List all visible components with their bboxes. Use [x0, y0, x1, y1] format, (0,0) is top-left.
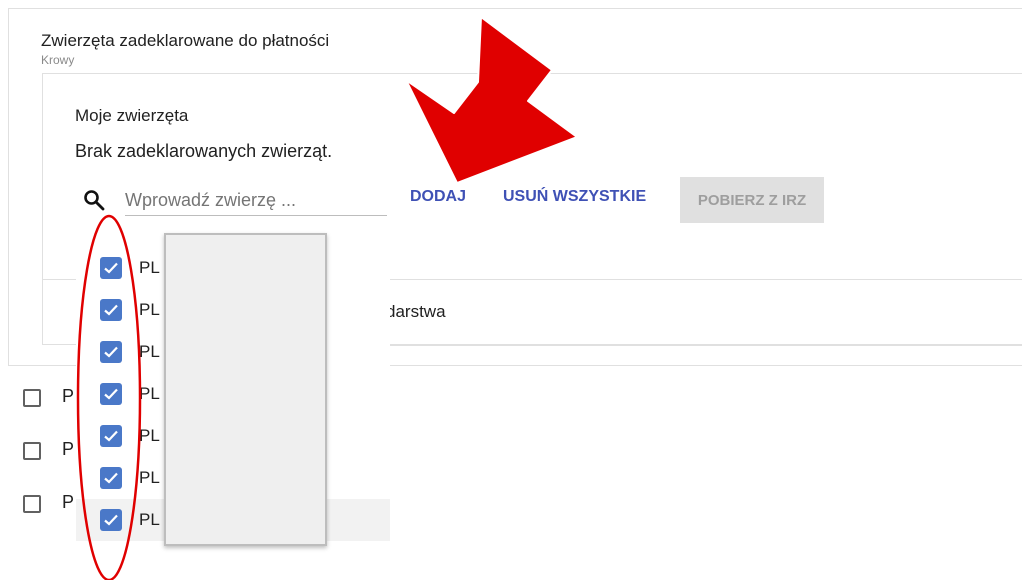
dropdown-item-label: PL — [139, 342, 160, 361]
list-item[interactable]: P — [20, 489, 80, 519]
checkbox[interactable] — [23, 389, 41, 407]
list-item[interactable]: P — [20, 383, 80, 413]
checkbox-checked[interactable] — [100, 509, 122, 531]
section-title: Moje zwierzęta — [75, 106, 189, 125]
search-icon — [82, 188, 106, 212]
dropdown-item-label: PL — [139, 510, 160, 529]
card-bottom-divider — [390, 345, 1022, 346]
animal-search-input[interactable] — [125, 185, 387, 216]
dropdown-item-label: PL — [139, 300, 160, 319]
partial-label: darstwa — [386, 302, 446, 321]
checkbox[interactable] — [23, 495, 41, 513]
checkbox-checked[interactable] — [100, 341, 122, 363]
dropdown-item-label: PL — [139, 384, 160, 403]
checkbox-checked[interactable] — [100, 257, 122, 279]
checkbox-checked[interactable] — [100, 299, 122, 321]
dropdown-item-label: PL — [139, 258, 160, 277]
checkbox-checked[interactable] — [100, 425, 122, 447]
card-subtitle: Krowy — [41, 53, 75, 67]
redaction-box — [164, 233, 327, 546]
checkbox[interactable] — [23, 442, 41, 460]
list-item-label: P — [62, 492, 75, 512]
empty-message: Brak zadeklarowanych zwierząt. — [75, 141, 333, 161]
list-item-label: P — [62, 439, 75, 459]
add-button[interactable]: DODAJ — [410, 188, 466, 206]
dropdown-item-label: PL — [139, 426, 160, 445]
fetch-irz-button[interactable]: POBIERZ Z IRZ — [680, 177, 824, 223]
checkbox-checked[interactable] — [100, 467, 122, 489]
list-item-label: P — [62, 386, 75, 406]
checkbox-checked[interactable] — [100, 383, 122, 405]
dropdown-item-label: PL — [139, 468, 160, 487]
list-item[interactable]: P — [20, 436, 80, 466]
remove-all-button[interactable]: USUŃ WSZYSTKIE — [503, 188, 646, 206]
card-title: Zwierzęta zadeklarowane do płatności — [41, 31, 330, 50]
